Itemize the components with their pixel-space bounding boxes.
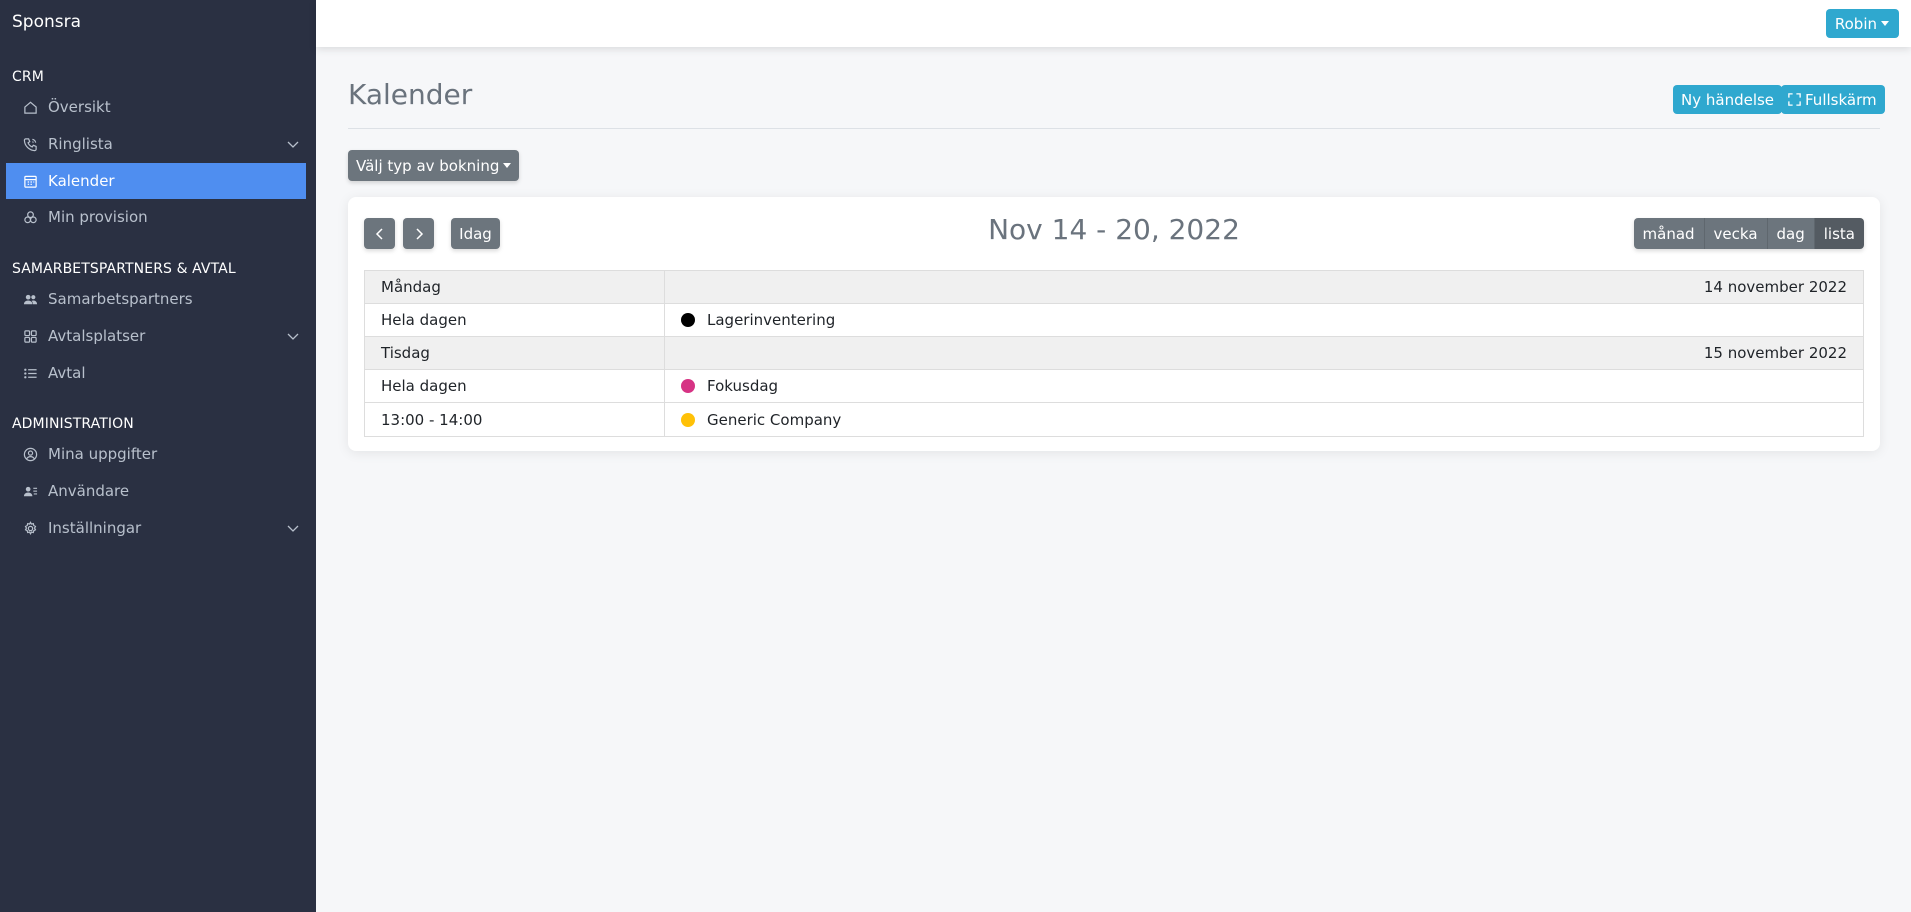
caret-down-icon (503, 163, 512, 168)
brand-logo[interactable]: Sponsra (12, 12, 81, 32)
chevron-left-icon (375, 227, 383, 240)
topbar: Robin (316, 0, 1911, 47)
view-day-button[interactable]: dag (1767, 218, 1815, 249)
section-title-admin: ADMINISTRATION (12, 416, 134, 432)
user-name: Robin (1834, 14, 1877, 33)
sidebar-item-label: Samarbetspartners (48, 290, 193, 308)
calendar-card: Idag Nov 14 - 20, 2022 månad vecka dag l… (348, 197, 1880, 451)
day-date-text[interactable]: 14 november 2022 (1704, 278, 1847, 296)
sidebar-item-label: Översikt (48, 98, 111, 116)
event-row[interactable]: 13:00 - 14:00 Generic Company (365, 403, 1863, 436)
header-divider (348, 128, 1880, 129)
sidebar-item-mina-uppgifter[interactable]: Mina uppgifter (6, 436, 306, 472)
view-list-button[interactable]: lista (1814, 218, 1864, 249)
users-icon (22, 291, 38, 307)
day-header-row: Tisdag 15 november 2022 (365, 337, 1863, 370)
event-color-dot (681, 379, 695, 393)
day-name[interactable]: Tisdag (365, 337, 665, 369)
view-month-button[interactable]: månad (1633, 218, 1705, 249)
next-button[interactable] (403, 218, 434, 249)
sidebar-item-label: Min provision (48, 208, 148, 226)
new-event-label: Ny händelse (1681, 90, 1775, 109)
day-date: 14 november 2022 (665, 271, 1863, 303)
sidebar-item-label: Inställningar (48, 519, 142, 537)
day-date-text[interactable]: 15 november 2022 (1704, 344, 1847, 362)
event-color-dot (681, 412, 695, 427)
event-color-dot (681, 313, 695, 327)
event-title-cell: Lagerinventering (665, 304, 1863, 336)
list-icon (22, 365, 38, 381)
sidebar-item-samarbetspartners[interactable]: Samarbetspartners (6, 281, 306, 317)
sidebar-item-ringlista[interactable]: Ringlista (6, 126, 306, 162)
day-header-row: Måndag 14 november 2022 (365, 271, 1863, 304)
chevron-down-icon[interactable] (286, 329, 300, 343)
chevron-right-icon (415, 227, 423, 240)
sidebar-item-label: Mina uppgifter (48, 445, 158, 463)
event-time: 13:00 - 14:00 (365, 403, 665, 436)
event-row[interactable]: Hela dagen Lagerinventering (365, 304, 1863, 337)
gear-icon (22, 520, 38, 536)
sidebar-item-label: Avtal (48, 364, 86, 382)
today-label: Idag (459, 224, 492, 243)
grid-icon (22, 328, 38, 344)
sidebar-item-min-provision[interactable]: Min provision (6, 199, 306, 235)
sidebar-item-label: Avtalsplatser (48, 327, 146, 345)
today-button[interactable]: Idag (451, 218, 500, 249)
sidebar-item-avtal[interactable]: Avtal (6, 355, 306, 391)
phone-icon (22, 136, 38, 152)
view-week-button[interactable]: vecka (1704, 218, 1768, 249)
day-date: 15 november 2022 (665, 337, 1863, 369)
fullscreen-button[interactable]: Fullskärm (1781, 85, 1885, 114)
sidebar-item-avtalsplatser[interactable]: Avtalsplatser (6, 318, 306, 354)
booking-type-dropdown[interactable]: Välj typ av bokning (348, 150, 520, 181)
event-row[interactable]: Hela dagen Fokusdag (365, 370, 1863, 403)
event-title[interactable]: Lagerinventering (707, 311, 835, 329)
sidebar-item-label: Användare (48, 482, 130, 500)
caret-down-icon (1881, 21, 1889, 26)
event-title-cell: Fokusdag (665, 370, 1863, 402)
event-time: Hela dagen (365, 304, 665, 336)
fullscreen-label: Fullskärm (1805, 90, 1877, 109)
page-title: Kalender (348, 78, 473, 111)
chevron-down-icon[interactable] (286, 137, 300, 151)
event-time: Hela dagen (365, 370, 665, 402)
user-circle-icon (22, 446, 38, 462)
fullscreen-icon (1788, 93, 1801, 106)
section-title-partners: SAMARBETSPARTNERS & AVTAL (12, 261, 236, 277)
event-title[interactable]: Fokusdag (707, 377, 778, 395)
prev-button[interactable] (364, 218, 395, 249)
sidebar-item-kalender[interactable]: Kalender (6, 163, 306, 199)
event-list-table: Måndag 14 november 2022 Hela dagen Lager… (364, 270, 1864, 437)
chevron-down-icon[interactable] (286, 521, 300, 535)
calendar-icon (22, 173, 38, 189)
new-event-button[interactable]: Ny händelse (1673, 85, 1783, 114)
sidebar-item-oversikt[interactable]: Översikt (6, 89, 306, 125)
booking-type-label: Välj typ av bokning (356, 156, 500, 175)
section-title-crm: CRM (12, 69, 44, 85)
sidebar-item-label: Ringlista (48, 135, 113, 153)
event-title-cell: Generic Company (665, 403, 1863, 436)
view-switcher: månad vecka dag lista (1633, 218, 1864, 249)
home-icon (22, 99, 38, 115)
event-title[interactable]: Generic Company (707, 411, 841, 429)
sidebar: Sponsra CRM Översikt Ringlista Kalender … (0, 0, 316, 912)
user-list-icon (22, 483, 38, 499)
sidebar-item-installningar[interactable]: Inställningar (6, 510, 306, 546)
sidebar-item-anvandare[interactable]: Användare (6, 473, 306, 509)
user-menu-button[interactable]: Robin (1825, 9, 1899, 38)
coins-icon (22, 209, 38, 225)
day-name[interactable]: Måndag (365, 271, 665, 303)
sidebar-item-label: Kalender (48, 172, 115, 190)
